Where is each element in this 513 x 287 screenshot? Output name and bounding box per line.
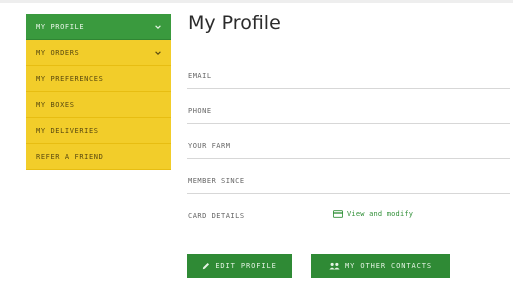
member-since-label: MEMBER SINCE <box>188 177 245 185</box>
sidebar-item-my-boxes[interactable]: MY BOXES <box>26 92 171 118</box>
sidebar-item-label: MY ORDERS <box>36 48 80 57</box>
sidebar-item-my-profile[interactable]: MY PROFILE <box>26 14 171 40</box>
sidebar-item-label: REFER A FRIEND <box>36 152 104 161</box>
sidebar-item-my-preferences[interactable]: MY PREFERENCES <box>26 66 171 92</box>
chevron-down-icon <box>153 22 163 32</box>
view-and-modify-link[interactable]: View and modify <box>333 210 413 218</box>
sidebar-item-refer-a-friend[interactable]: REFER A FRIEND <box>26 144 171 170</box>
card-details-row: CARD DETAILS View and modify <box>187 210 510 224</box>
farm-label: YOUR FARM <box>188 142 231 150</box>
my-other-contacts-label: MY OTHER CONTACTS <box>345 262 432 270</box>
chevron-down-icon <box>153 48 163 58</box>
card-details-label: CARD DETAILS <box>188 212 245 220</box>
pencil-icon <box>202 262 210 270</box>
sidebar-item-label: MY BOXES <box>36 100 75 109</box>
sidebar-item-label: MY PREFERENCES <box>36 74 104 83</box>
credit-card-icon <box>333 210 343 218</box>
member-since-field: MEMBER SINCE <box>187 165 510 194</box>
farm-field[interactable]: YOUR FARM <box>187 130 510 159</box>
sidebar-item-my-orders[interactable]: MY ORDERS <box>26 40 171 66</box>
page-title: My Profile <box>188 12 281 34</box>
top-divider <box>0 0 513 3</box>
email-field[interactable]: EMAIL <box>187 60 510 89</box>
users-icon <box>329 262 340 270</box>
sidebar-item-label: MY DELIVERIES <box>36 126 99 135</box>
account-sidebar: MY PROFILE MY ORDERS MY PREFERENCES MY B… <box>26 14 171 170</box>
sidebar-item-my-deliveries[interactable]: MY DELIVERIES <box>26 118 171 144</box>
my-other-contacts-button[interactable]: MY OTHER CONTACTS <box>311 254 450 278</box>
email-label: EMAIL <box>188 72 212 80</box>
phone-label: PHONE <box>188 107 212 115</box>
edit-profile-label: EDIT PROFILE <box>215 262 277 270</box>
sidebar-item-label: MY PROFILE <box>36 22 85 31</box>
view-and-modify-label: View and modify <box>347 210 414 218</box>
edit-profile-button[interactable]: EDIT PROFILE <box>187 254 292 278</box>
phone-field[interactable]: PHONE <box>187 95 510 124</box>
